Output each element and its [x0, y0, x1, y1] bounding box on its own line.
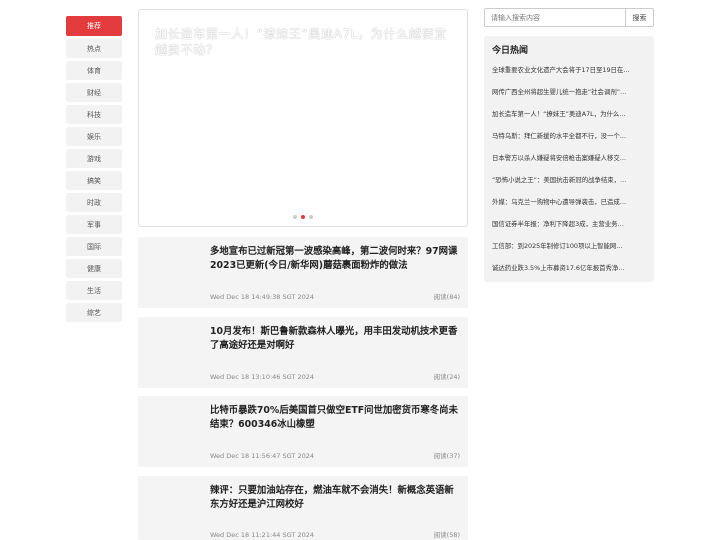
nav-item-military[interactable]: 军事	[66, 215, 122, 234]
nav-item-sports[interactable]: 体育	[66, 61, 122, 80]
article-read-count: 阅读(84)	[433, 293, 460, 301]
article-date: Wed Dec 18 11:21:44 SGT 2024	[210, 531, 314, 539]
nav-item-international[interactable]: 国际	[66, 237, 122, 256]
nav-item-games[interactable]: 游戏	[66, 149, 122, 168]
hot-news-item[interactable]: 全球重要农业文化遗产大会将于17日至19日在…	[492, 65, 648, 87]
category-nav: 推荐 热点 体育 财经 科技 娱乐 游戏 搞笑 时政 军事 国际 健康 生活 综…	[66, 16, 122, 325]
featured-carousel[interactable]: 加长造车第一人！“撩妹王”奥迪A7L，为什么越便宜越卖不动？	[138, 9, 468, 227]
article-date: Wed Dec 18 14:49:38 SGT 2024	[210, 293, 314, 301]
article-card[interactable]: 多地宣布已过新冠第一波感染高峰，第二波何时来？97网课2023已更新(今日/新华…	[138, 237, 468, 308]
hot-news-list: 全球重要农业文化遗产大会将于17日至19日在… 网传广西全州将超生婴儿统一抱走“…	[492, 65, 648, 285]
article-title[interactable]: 多地宣布已过新冠第一波感染高峰，第二波何时来？97网课2023已更新(今日/新华…	[210, 245, 460, 273]
carousel-dot[interactable]	[293, 215, 297, 219]
nav-item-hot[interactable]: 热点	[66, 39, 122, 58]
hot-news-item[interactable]: 网传广西全州将超生婴儿统一抱走“社会调剂”…	[492, 87, 648, 109]
nav-item-life[interactable]: 生活	[66, 281, 122, 300]
article-card[interactable]: 辣评：只要加油站存在，燃油车就不会消失！新概念英语新东方好还是沪江网校好 Wed…	[138, 476, 468, 540]
carousel-dot[interactable]	[309, 215, 313, 219]
article-date: Wed Dec 18 13:10:46 SGT 2024	[210, 373, 314, 381]
hot-news-item[interactable]: 日本警方以杀人嫌疑将安倍枪击案嫌疑人移交…	[492, 153, 648, 175]
article-title[interactable]: 比特币暴跌70%后美国首只做空ETF问世加密货币寒冬尚未结束？600346冰山橡…	[210, 404, 460, 432]
nav-item-tech[interactable]: 科技	[66, 105, 122, 124]
nav-item-funny[interactable]: 搞笑	[66, 171, 122, 190]
hot-news-title: 今日热闻	[492, 46, 529, 56]
article-card[interactable]: 10月发布！斯巴鲁新款森林人曝光，用丰田发动机技术更香了高途好还是对啊好 Wed…	[138, 317, 468, 388]
article-read-count: 阅读(37)	[433, 452, 460, 460]
nav-item-variety[interactable]: 综艺	[66, 303, 122, 322]
hot-news-item[interactable]: 诚达药业跌3.5%上市募资17.6亿年报首秀净…	[492, 263, 648, 285]
article-read-count: 阅读(58)	[433, 531, 460, 539]
nav-item-entertainment[interactable]: 娱乐	[66, 127, 122, 146]
nav-item-politics[interactable]: 时政	[66, 193, 122, 212]
article-read-count: 阅读(24)	[433, 373, 460, 381]
hot-news-item[interactable]: 马特乌斯：拜仁新援的水平全都不行，没一个…	[492, 131, 648, 153]
hot-news-item[interactable]: “恐怖小说之王”：美国抗击新冠的战争结束，…	[492, 175, 648, 197]
article-title[interactable]: 辣评：只要加油站存在，燃油车就不会消失！新概念英语新东方好还是沪江网校好	[210, 484, 460, 512]
article-card[interactable]: 比特币暴跌70%后美国首只做空ETF问世加密货币寒冬尚未结束？600346冰山橡…	[138, 396, 468, 467]
hot-news-item[interactable]: 国信证券半年报：净利下降超3成，主营业务…	[492, 219, 648, 241]
search-input[interactable]	[484, 8, 625, 27]
nav-item-health[interactable]: 健康	[66, 259, 122, 278]
nav-item-finance[interactable]: 财经	[66, 83, 122, 102]
search-button[interactable]: 搜索	[625, 8, 654, 27]
carousel-caption[interactable]: 加长造车第一人！“撩妹王”奥迪A7L，为什么越便宜越卖不动？	[155, 26, 455, 58]
article-title[interactable]: 10月发布！斯巴鲁新款森林人曝光，用丰田发动机技术更香了高途好还是对啊好	[210, 325, 460, 353]
search-bar: 搜索	[484, 8, 654, 27]
hot-news-panel: 今日热闻 全球重要农业文化遗产大会将于17日至19日在… 网传广西全州将超生婴儿…	[484, 36, 654, 282]
article-date: Wed Dec 18 11:56:47 SGT 2024	[210, 452, 314, 460]
hot-news-item[interactable]: 外媒：乌克兰一购物中心遭导弹袭击，已造成…	[492, 197, 648, 219]
nav-item-recommend[interactable]: 推荐	[66, 16, 122, 36]
hot-news-item[interactable]: 加长造车第一人！“撩妹王”奥迪A7L，为什么…	[492, 109, 648, 131]
carousel-dot-active[interactable]	[301, 215, 305, 219]
hot-news-item[interactable]: 工信部：到2025年制修订100项以上智能网…	[492, 241, 648, 263]
carousel-indicators	[139, 215, 467, 219]
